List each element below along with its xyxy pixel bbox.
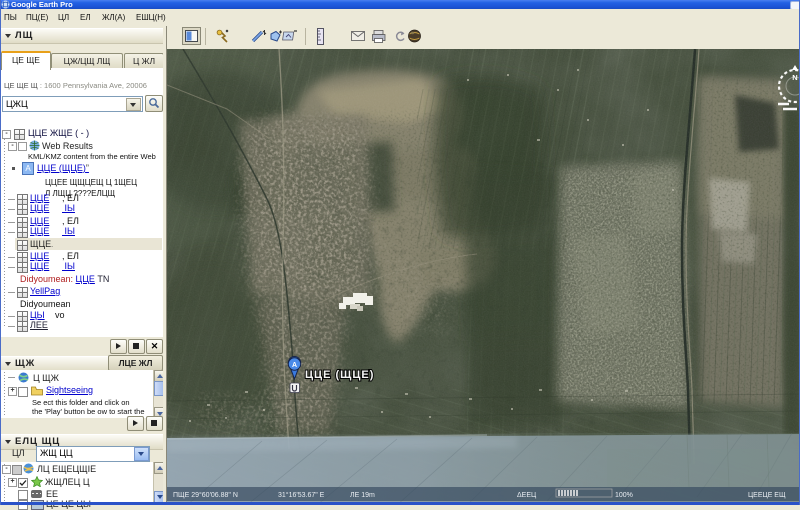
- svg-text:N: N: [792, 73, 797, 82]
- svg-text:ЦЕЕЦЕ ЕЩ: ЦЕЕЦЕ ЕЩ: [748, 492, 786, 499]
- svg-text:ЦЦЕ (ЩЦЕ): ЦЦЕ (ЩЦЕ): [305, 369, 374, 381]
- svg-text:100%: 100%: [615, 492, 633, 499]
- svg-text:ΔЕЕЦ: ΔЕЕЦ: [517, 492, 537, 499]
- svg-text:ЛЕ 19m: ЛЕ 19m: [350, 492, 375, 499]
- svg-text:31°16'53.67" E: 31°16'53.67" E: [278, 491, 325, 499]
- svg-text:ПЩЕ 29°60'06.88" N: ПЩЕ 29°60'06.88" N: [173, 491, 238, 499]
- svg-text:A: A: [292, 362, 297, 369]
